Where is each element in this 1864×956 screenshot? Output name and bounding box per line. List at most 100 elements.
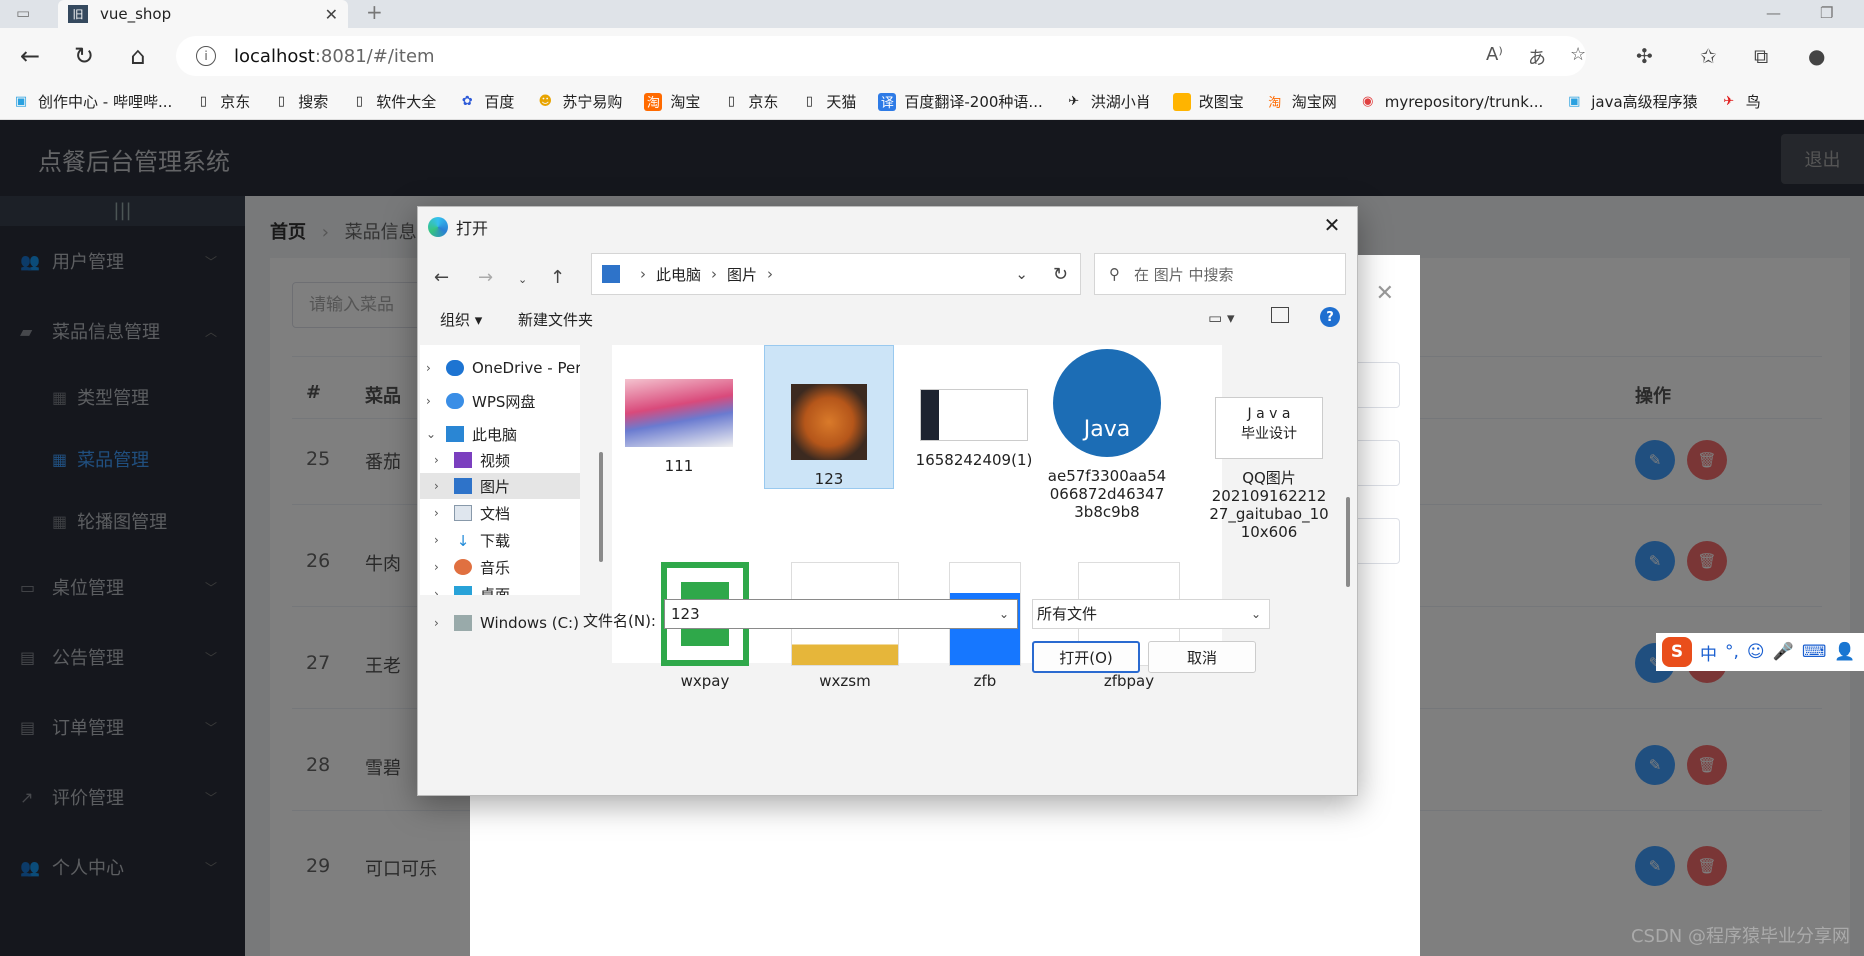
- read-aloud-icon[interactable]: A⁾: [1486, 44, 1503, 65]
- mic-icon[interactable]: 🎤: [1773, 642, 1794, 662]
- music-icon: [454, 559, 472, 575]
- dialog-toolbar: 组织 ▾ 新建文件夹 ▭ ▾ ?: [418, 299, 1359, 339]
- tree-item-documents[interactable]: › 文档: [434, 500, 510, 526]
- bookmark-item[interactable]: ☻ 苏宁易购: [536, 91, 623, 112]
- path-segment[interactable]: 图片: [727, 264, 757, 285]
- tab-title: vue_shop: [100, 5, 172, 23]
- bookmark-item[interactable]: 淘淘宝网: [1266, 91, 1337, 112]
- recent-dropdown-icon[interactable]: ⌄: [518, 273, 527, 286]
- bookmark-item[interactable]: ▣ 创作中心 - 哔哩哔...: [12, 91, 172, 112]
- bookmark-item[interactable]: ▣ java高级程序猿: [1565, 91, 1698, 112]
- collections-icon[interactable]: ⧉: [1754, 44, 1768, 68]
- help-icon[interactable]: ?: [1320, 307, 1340, 327]
- tree-item-onedrive[interactable]: ›OneDrive - Perso: [426, 355, 580, 381]
- image-thumbnail: J a v a 毕业设计: [1215, 397, 1323, 459]
- up-icon[interactable]: ↑: [550, 267, 565, 288]
- file-type-select[interactable]: 所有文件 ⌄: [1032, 599, 1270, 629]
- new-folder-button[interactable]: 新建文件夹: [518, 309, 593, 330]
- tab-close-icon[interactable]: ✕: [325, 5, 338, 24]
- tree-item-c-drive[interactable]: › Windows (C:): [434, 610, 579, 636]
- bookmark-item[interactable]: ▯ 京东: [722, 91, 779, 112]
- bookmarks-bar: ▣ 创作中心 - 哔哩哔... ▯ 京东 ▯ 搜索 ▯ 软件大全 ✿ 百度 ☻ 苏宁易购 淘…: [0, 84, 1864, 120]
- tab-favicon-icon: 旧: [68, 5, 88, 23]
- user-icon[interactable]: 👤: [1834, 642, 1855, 662]
- back-icon[interactable]: ←: [14, 40, 46, 72]
- open-button[interactable]: 打开(O): [1032, 641, 1140, 673]
- favorites-icon[interactable]: ✩: [1700, 44, 1717, 68]
- bookmark-item[interactable]: ✈ 鸟: [1720, 91, 1760, 112]
- files-scrollbar[interactable]: [1346, 497, 1350, 587]
- reload-icon[interactable]: ↻: [68, 40, 100, 72]
- site-info-icon[interactable]: i: [196, 46, 216, 66]
- bookmark-item[interactable]: 译百度翻译-200种语...: [878, 91, 1043, 112]
- forward-icon[interactable]: →: [478, 267, 493, 288]
- tree-item-desktop[interactable]: › 桌面: [434, 581, 510, 595]
- chevron-down-icon[interactable]: ⌄: [999, 600, 1009, 628]
- file-item[interactable]: 1658242409(1): [914, 389, 1034, 469]
- home-icon[interactable]: ⌂: [122, 40, 154, 72]
- ime-lang[interactable]: 中: [1700, 640, 1717, 665]
- preview-pane-icon[interactable]: [1271, 307, 1289, 323]
- view-options-icon[interactable]: ▭ ▾: [1208, 309, 1234, 327]
- gaitubao-icon: [1172, 92, 1191, 111]
- tree-scrollbar[interactable]: [599, 452, 603, 562]
- file-item[interactable]: J a v a 毕业设计 QQ图片 202109162212 27_gaituba…: [1204, 397, 1334, 541]
- cloud-icon: [446, 360, 464, 376]
- browser-tab[interactable]: 旧 vue_shop ✕: [58, 0, 348, 28]
- chevron-down-icon[interactable]: ⌄: [1015, 265, 1028, 283]
- url-input[interactable]: i localhost:8081/#/item A⁾ あ ☆: [176, 36, 1586, 76]
- file-item[interactable]: Java ae57f3300aa54 066872d46347 3b8c9b8: [1042, 349, 1172, 521]
- bookmark-item[interactable]: ▯ 京东: [194, 91, 251, 112]
- page-icon: ▯: [727, 94, 735, 109]
- tree-item-wps[interactable]: › WPS网盘: [426, 388, 535, 414]
- bookmark-item[interactable]: ▯ 天猫: [800, 91, 857, 112]
- java-logo-thumbnail: Java: [1053, 349, 1161, 457]
- extensions-icon[interactable]: ✣: [1636, 44, 1653, 68]
- url-path: :8081/#/item: [314, 45, 435, 67]
- bookmark-item[interactable]: 改图宝: [1172, 91, 1244, 112]
- baidu-icon: ✿: [461, 94, 473, 109]
- ime-punct[interactable]: °,: [1725, 642, 1739, 662]
- page-icon: ▯: [355, 94, 363, 109]
- chevron-down-icon[interactable]: ⌄: [1251, 600, 1261, 628]
- restore-icon[interactable]: ❐: [1820, 4, 1833, 22]
- file-item-selected[interactable]: 123: [764, 345, 894, 489]
- new-tab-icon[interactable]: +: [366, 0, 383, 24]
- video-icon: [454, 452, 472, 468]
- minimize-icon[interactable]: —: [1766, 4, 1781, 22]
- path-segment[interactable]: 此电脑: [656, 264, 701, 285]
- emoji-icon[interactable]: ☺: [1747, 642, 1765, 662]
- back-icon[interactable]: ←: [434, 267, 449, 288]
- tree-item-pictures[interactable]: › 图片: [420, 473, 580, 499]
- search-input[interactable]: ⚲ 在 图片 中搜索: [1094, 253, 1346, 295]
- close-icon[interactable]: ✕: [1317, 213, 1347, 237]
- tab-strip: ▭ 旧 vue_shop ✕ + — ❐: [0, 0, 1864, 28]
- cancel-button[interactable]: 取消: [1148, 641, 1256, 673]
- refresh-icon[interactable]: ↻: [1053, 264, 1068, 285]
- tree-item-downloads[interactable]: › ↓ 下载: [434, 527, 510, 553]
- document-icon: [454, 505, 472, 521]
- keyboard-icon[interactable]: ⌨: [1802, 642, 1827, 662]
- bookmark-item[interactable]: ◉ myrepository/trunk...: [1359, 93, 1543, 111]
- tree-item-videos[interactable]: › 视频: [434, 447, 510, 473]
- bookmark-item[interactable]: ✈ 洪湖小肖: [1065, 91, 1150, 112]
- filename-input[interactable]: 123 ⌄: [664, 599, 1018, 629]
- favorite-add-icon[interactable]: ☆: [1570, 44, 1586, 65]
- tree-item-this-pc[interactable]: ⌄ 此电脑: [426, 421, 517, 447]
- pictures-icon: [602, 265, 620, 283]
- file-item[interactable]: 111: [624, 379, 734, 475]
- profile-avatar-icon[interactable]: ●: [1808, 44, 1825, 68]
- path-bar[interactable]: › 此电脑 › 图片 › ⌄ ↻: [591, 253, 1081, 295]
- bookmark-item[interactable]: ▯ 软件大全: [350, 91, 437, 112]
- bookmark-item[interactable]: 淘淘宝: [644, 91, 700, 112]
- organize-button[interactable]: 组织 ▾: [440, 309, 482, 330]
- bookmark-item[interactable]: ✿ 百度: [458, 91, 514, 112]
- drive-icon: [454, 615, 472, 631]
- tree-item-music[interactable]: › 音乐: [434, 554, 510, 580]
- tab-actions-icon[interactable]: ▭: [16, 4, 30, 22]
- bookmark-item[interactable]: ▯ 搜索: [272, 91, 329, 112]
- sogou-icon[interactable]: S: [1662, 637, 1692, 667]
- dialog-close-icon[interactable]: ✕: [1376, 281, 1394, 306]
- translate-icon[interactable]: あ: [1528, 44, 1546, 70]
- bilibili-icon: ▣: [14, 94, 28, 109]
